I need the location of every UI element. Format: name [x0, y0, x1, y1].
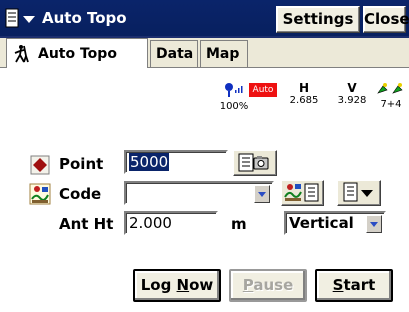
log-now-text-b: ow — [189, 276, 214, 294]
ant-ht-unit: m — [231, 215, 247, 233]
title-bar: Auto Topo Settings Close — [0, 0, 409, 38]
code-combobox[interactable] — [124, 181, 274, 205]
pause-button[interactable]: Pause — [229, 269, 307, 302]
tab-auto-topo-label: Auto Topo — [38, 45, 117, 62]
v-label: V — [347, 81, 357, 95]
ant-ht-input[interactable]: 2.000 — [124, 211, 218, 235]
code-dropdown-arrow-icon[interactable] — [254, 185, 270, 203]
point-label: Point — [59, 155, 104, 173]
document-menu-icon — [343, 182, 373, 202]
ant-ht-value: 2.000 — [129, 214, 172, 232]
tab-auto-topo[interactable]: Auto Topo — [6, 38, 148, 68]
h-precision: H 2.685 — [284, 82, 324, 122]
start-hotkey: S — [332, 276, 344, 294]
close-button[interactable]: Close — [363, 6, 409, 33]
surveyor-icon — [14, 44, 29, 62]
start-button[interactable]: Start — [315, 269, 393, 302]
log-now-button[interactable]: Log Now — [133, 269, 221, 302]
pause-hotkey: P — [242, 276, 254, 294]
point-diamond-icon — [30, 155, 50, 175]
ant-ht-label: Ant Ht — [59, 215, 114, 233]
log-now-text-a: Log — [140, 276, 177, 294]
v-value: 3.928 — [337, 95, 367, 106]
start-text-b: tart — [343, 276, 376, 294]
main-menu-button[interactable] — [4, 6, 38, 30]
code-label: Code — [59, 185, 102, 203]
satellite-icon — [377, 83, 403, 94]
point-input[interactable]: 5000 — [124, 150, 228, 174]
code-library-icon — [29, 183, 51, 205]
h-label: H — [298, 81, 310, 95]
code-list-icon — [284, 183, 319, 202]
tab-data[interactable]: Data — [150, 40, 198, 68]
window-title: Auto Topo — [42, 9, 127, 27]
settings-button[interactable]: Settings — [276, 6, 360, 33]
mode-badge: Auto — [249, 83, 277, 97]
code-list-button[interactable] — [281, 180, 324, 206]
v-precision: V 3.928 — [331, 82, 373, 122]
point-list-icon — [238, 153, 269, 172]
point-list-button[interactable] — [233, 150, 277, 176]
gps-signal-icon — [225, 83, 243, 97]
h-value: 2.685 — [289, 95, 319, 106]
chevron-down-icon — [23, 15, 35, 23]
document-menu-icon — [5, 8, 19, 28]
log-now-hotkey: N — [176, 276, 190, 294]
gps-percent: 100% — [219, 101, 249, 112]
satellite-count: 7+4 — [380, 99, 402, 110]
gps-status[interactable]: 100% — [216, 82, 252, 122]
ant-ht-type-value: Vertical — [289, 214, 354, 232]
point-value: 5000 — [129, 153, 170, 171]
pause-text-b: ause — [253, 276, 294, 294]
satellite-status[interactable]: 7+4 — [374, 82, 408, 122]
code-menu-button[interactable] — [337, 180, 381, 206]
tab-map[interactable]: Map — [200, 40, 248, 68]
ant-ht-type-select[interactable]: Vertical — [284, 211, 386, 235]
ant-ht-type-dropdown-arrow-icon[interactable] — [366, 215, 382, 233]
